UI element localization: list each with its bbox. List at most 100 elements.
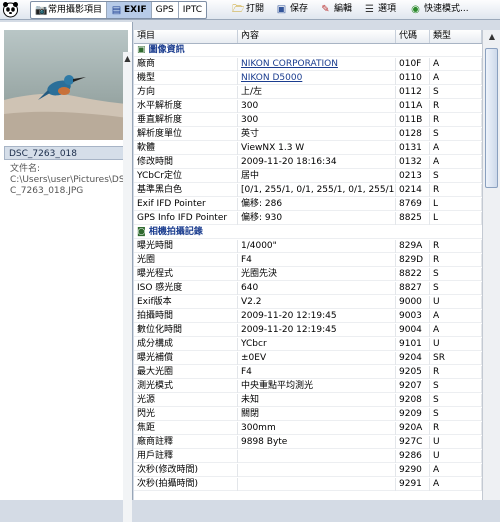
cell-item: 次秒(拍攝時間) bbox=[134, 478, 238, 491]
table-scrollbar[interactable]: ▲ bbox=[482, 30, 500, 500]
table-row[interactable]: 廠商 NIKON CORPORATION 010F A bbox=[134, 58, 482, 71]
table-row[interactable]: 軟體 ViewNX 1.3 W 0131 A bbox=[134, 142, 482, 155]
section-row[interactable]: ▣ 圖像資訊 bbox=[134, 44, 482, 57]
list-icon: ▤ bbox=[111, 4, 122, 16]
open-button[interactable]: 🗁 打開 bbox=[232, 1, 264, 17]
table-row[interactable]: 修改時間 2009-11-20 18:16:34 0132 A bbox=[134, 156, 482, 169]
cell-type: A bbox=[430, 324, 482, 337]
table-row[interactable]: 最大光圈 F4 9205 R bbox=[134, 366, 482, 379]
tab-label: IPTC bbox=[182, 5, 203, 15]
cell-type: A bbox=[430, 72, 482, 85]
cell-type: U bbox=[430, 338, 482, 351]
cell-value: 偏移: 930 bbox=[238, 212, 396, 225]
header-type[interactable]: 類型 bbox=[430, 30, 482, 43]
table-row[interactable]: 用戶註釋 9286 U bbox=[134, 450, 482, 463]
left-scrollbar[interactable]: ▲ bbox=[123, 52, 132, 522]
cell-code: 0112 bbox=[396, 86, 430, 99]
scroll-up-icon[interactable]: ▲ bbox=[123, 52, 132, 66]
cell-item: ISO 感光度 bbox=[134, 282, 238, 295]
table-row[interactable]: 水平解析度 300 011A R bbox=[134, 100, 482, 113]
table-row[interactable]: 次秒(修改時間) 9290 A bbox=[134, 464, 482, 477]
cell-item: 曝光補償 bbox=[134, 352, 238, 365]
tab-label: 常用攝影項目 bbox=[48, 5, 103, 15]
table-row[interactable]: 成分構成 YCbcr 9101 U bbox=[134, 338, 482, 351]
cell-type: A bbox=[430, 464, 482, 477]
cell-value: 300 bbox=[238, 114, 396, 127]
table-row[interactable]: 基準黑白色 [0/1, 255/1, 0/1, 255/1, 0/1, 255/1… bbox=[134, 184, 482, 197]
table-row[interactable]: 解析度單位 英寸 0128 S bbox=[134, 128, 482, 141]
cell-type: A bbox=[430, 156, 482, 169]
edit-button[interactable]: ✎ 編輯 bbox=[320, 1, 352, 17]
cell-value: 2009-11-20 12:19:45 bbox=[238, 310, 396, 323]
cell-value: YCbcr bbox=[238, 338, 396, 351]
cell-type: A bbox=[430, 142, 482, 155]
tab-gps[interactable]: GPS bbox=[152, 2, 179, 18]
cell-code: 9207 bbox=[396, 380, 430, 393]
cell-type: R bbox=[430, 240, 482, 253]
preview-panel: DSC_7263_018 文件名: C:\Users\user\Pictures… bbox=[0, 22, 133, 522]
cell-value: 640 bbox=[238, 282, 396, 295]
options-button[interactable]: ☰ 選項 bbox=[364, 1, 396, 17]
tab-iptc[interactable]: IPTC bbox=[179, 2, 206, 18]
options-icon: ☰ bbox=[365, 3, 374, 15]
table-row[interactable]: Exif IFD Pointer 偏移: 286 8769 L bbox=[134, 198, 482, 211]
header-code[interactable]: 代碼 bbox=[396, 30, 430, 43]
table-row[interactable]: 垂直解析度 300 011B R bbox=[134, 114, 482, 127]
table-row[interactable]: 機型 NIKON D5000 0110 A bbox=[134, 72, 482, 85]
cell-code: 9209 bbox=[396, 408, 430, 421]
section-row[interactable]: ◙ 相機拍攝記錄 bbox=[134, 226, 482, 239]
header-item[interactable]: 項目 bbox=[134, 30, 238, 43]
table-row[interactable]: 拍攝時間 2009-11-20 12:19:45 9003 A bbox=[134, 310, 482, 323]
table-row[interactable]: ISO 感光度 640 8827 S bbox=[134, 282, 482, 295]
table-row[interactable]: 方向 上/左 0112 S bbox=[134, 86, 482, 99]
table-row[interactable]: YCbCr定位 居中 0213 S bbox=[134, 170, 482, 183]
file-name-label[interactable]: DSC_7263_018 bbox=[4, 146, 128, 160]
quick-mode-button[interactable]: ◉ 快速模式... bbox=[410, 1, 469, 17]
table-row[interactable]: 光源 未知 9208 S bbox=[134, 394, 482, 407]
table-row[interactable]: 光圈 F4 829D R bbox=[134, 254, 482, 267]
cell-value: 1/4000" bbox=[238, 240, 396, 253]
cell-value[interactable]: NIKON CORPORATION bbox=[238, 58, 396, 71]
table-row[interactable]: 測光模式 中央重點平均測光 9207 S bbox=[134, 380, 482, 393]
table-row[interactable]: 曝光時間 1/4000" 829A R bbox=[134, 240, 482, 253]
scroll-up-icon[interactable]: ▲ bbox=[483, 30, 500, 44]
cell-item: 水平解析度 bbox=[134, 100, 238, 113]
cell-value bbox=[238, 450, 396, 463]
table-row[interactable]: 曝光補償 ±0EV 9204 SR bbox=[134, 352, 482, 365]
quick-mode-label: 快速模式... bbox=[424, 4, 469, 14]
cell-type: S bbox=[430, 128, 482, 141]
scrollbar-thumb[interactable] bbox=[485, 48, 498, 188]
cell-item: 光圈 bbox=[134, 254, 238, 267]
cell-item: 廠商註釋 bbox=[134, 436, 238, 449]
cell-value: F4 bbox=[238, 366, 396, 379]
cell-value: F4 bbox=[238, 254, 396, 267]
table-row[interactable]: 次秒(拍攝時間) 9291 A bbox=[134, 478, 482, 491]
table-row[interactable]: 曝光程式 光圈先決 8822 S bbox=[134, 268, 482, 281]
cell-value[interactable]: NIKON D5000 bbox=[238, 72, 396, 85]
cell-item: 修改時間 bbox=[134, 156, 238, 169]
cell-type: SR bbox=[430, 352, 482, 365]
cell-code: 8769 bbox=[396, 198, 430, 211]
save-button[interactable]: ▣ 保存 bbox=[276, 1, 308, 17]
table-row[interactable]: 數位化時間 2009-11-20 12:19:45 9004 A bbox=[134, 324, 482, 337]
cell-item: 軟體 bbox=[134, 142, 238, 155]
cell-type: S bbox=[430, 408, 482, 421]
edit-icon: ✎ bbox=[321, 3, 330, 15]
photo-thumbnail[interactable] bbox=[4, 30, 128, 140]
table-row[interactable]: 廠商註釋 9898 Byte 927C U bbox=[134, 436, 482, 449]
cell-item: 用戶註釋 bbox=[134, 450, 238, 463]
tab-common[interactable]: 📷 常用攝影項目 bbox=[31, 2, 108, 18]
cell-code: 9286 bbox=[396, 450, 430, 463]
cell-item: 數位化時間 bbox=[134, 324, 238, 337]
cell-code: 0213 bbox=[396, 170, 430, 183]
table-row[interactable]: 焦距 300mm 920A R bbox=[134, 422, 482, 435]
table-row[interactable]: 閃光 關閉 9209 S bbox=[134, 408, 482, 421]
cell-item: 機型 bbox=[134, 72, 238, 85]
section-title: ◙ 相機拍攝記錄 bbox=[134, 226, 482, 239]
tab-exif[interactable]: ▤ EXIF bbox=[107, 2, 152, 18]
cell-item: 基準黑白色 bbox=[134, 184, 238, 197]
header-content[interactable]: 內容 bbox=[238, 30, 396, 43]
table-row[interactable]: Exif版本 V2.2 9000 U bbox=[134, 296, 482, 309]
folder-open-icon: 🗁 bbox=[232, 3, 245, 15]
table-row[interactable]: GPS Info IFD Pointer 偏移: 930 8825 L bbox=[134, 212, 482, 225]
